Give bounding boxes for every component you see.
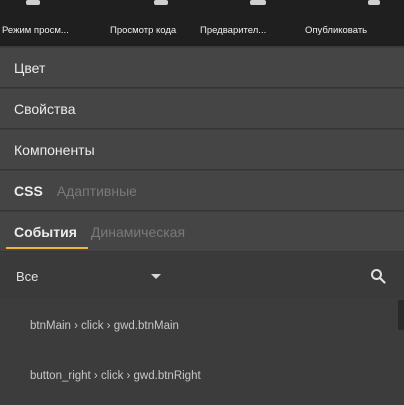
toolbar-code-view[interactable]: Просмотр кода — [110, 25, 200, 36]
section-properties-label: Свойства — [14, 100, 76, 117]
mode-icon[interactable] — [26, 0, 40, 5]
filter-select[interactable]: Все — [0, 269, 151, 284]
events-filter-bar: Все — [0, 254, 404, 298]
chevron-down-icon[interactable] — [151, 273, 161, 279]
list-item[interactable]: button_right › click › gwd.btnRight — [0, 350, 404, 402]
event-label: button_right › click › gwd.btnRight — [30, 370, 201, 382]
code-icon[interactable] — [154, 0, 168, 5]
section-events-tabs: События Динамическая — [0, 212, 404, 252]
list-item[interactable]: btnMain › click › gwd.btnMain — [0, 300, 404, 352]
top-toolbar: Режим просм... Просмотр кода Предварител… — [0, 0, 404, 46]
toolbar-publish[interactable]: Опубликовать — [305, 25, 401, 36]
tab-adaptive[interactable]: Адаптивные — [43, 183, 137, 199]
toolbar-preview[interactable]: Предварител... — [200, 25, 305, 36]
toolbar-view-mode[interactable]: Режим просм... — [0, 25, 110, 36]
publish-icon[interactable] — [368, 0, 380, 5]
section-components-label: Компоненты — [14, 141, 95, 158]
preview-icon[interactable] — [250, 0, 266, 5]
event-label: btnMain › click › gwd.btnMain — [30, 320, 179, 332]
section-color[interactable]: Цвет — [0, 48, 404, 88]
section-color-label: Цвет — [14, 59, 46, 76]
tab-css[interactable]: CSS — [0, 183, 43, 199]
section-properties[interactable]: Свойства — [0, 89, 404, 129]
section-components[interactable]: Компоненты — [0, 130, 404, 170]
active-tab-indicator — [6, 247, 88, 249]
search-icon[interactable] — [370, 268, 386, 284]
scrollbar[interactable] — [398, 300, 404, 330]
tab-dynamic[interactable]: Динамическая — [77, 224, 185, 240]
toolbar-icons-strip — [0, 0, 404, 12]
section-css-tabs: CSS Адаптивные — [0, 171, 404, 211]
tab-events[interactable]: События — [0, 224, 77, 240]
